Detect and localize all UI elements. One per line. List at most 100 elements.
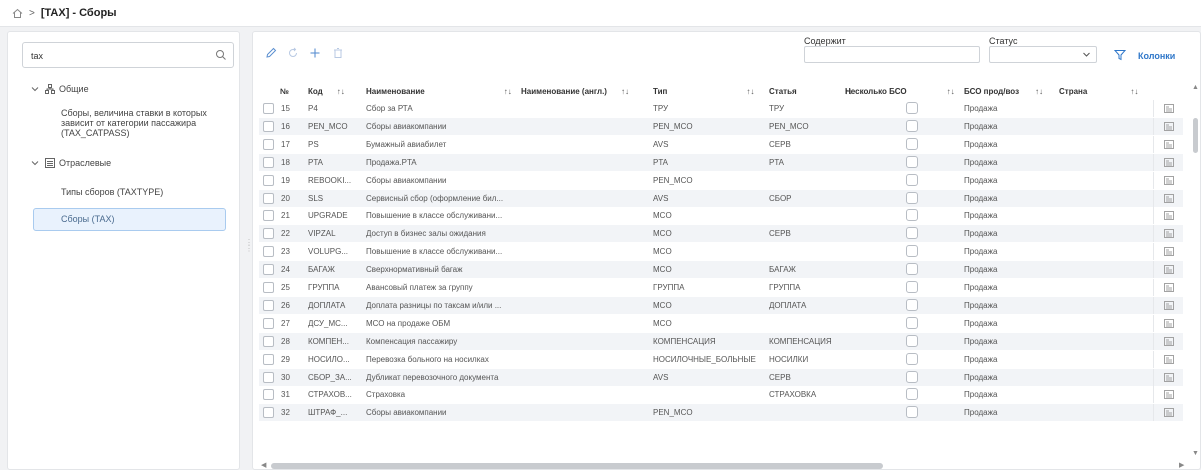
row-select-checkbox[interactable] xyxy=(263,299,274,311)
row-select-checkbox[interactable] xyxy=(263,389,274,401)
multiple-bso-checkbox[interactable] xyxy=(906,406,918,419)
scroll-down-icon[interactable]: ▼ xyxy=(1192,450,1199,457)
chevron-down-icon[interactable] xyxy=(30,84,40,94)
table-row[interactable]: 19 REBOOKI... Сборы авиакомпании PEN_MCO Про… xyxy=(259,171,1183,189)
row-select-checkbox[interactable] xyxy=(263,120,274,132)
panel-splitter-handle[interactable]: ⋮ ⋮ xyxy=(245,239,253,260)
table-row[interactable]: 21 UPGRADE Повышение в классе обслуживани.… xyxy=(259,207,1183,225)
open-card-icon[interactable] xyxy=(1164,104,1174,113)
table-row[interactable]: 17 PS Бумажный авиабилет AVS CEPB Продажа xyxy=(259,135,1183,153)
row-select-checkbox[interactable] xyxy=(263,282,274,293)
row-select-checkbox[interactable] xyxy=(263,264,274,276)
tree-item-taxtype[interactable]: Типы сборов (TAXTYPE) xyxy=(61,187,163,197)
multiple-bso-checkbox[interactable] xyxy=(906,173,918,186)
home-icon[interactable] xyxy=(12,8,23,19)
open-card-icon[interactable] xyxy=(1164,300,1174,310)
table-row[interactable]: 29 НОСИЛО... Перевозка больного на носилка… xyxy=(259,350,1183,368)
status-select[interactable] xyxy=(989,46,1097,63)
tree-group-industry[interactable]: Отраслевые xyxy=(30,158,111,168)
refresh-icon[interactable] xyxy=(287,47,299,59)
column-header-type[interactable]: Тип ↑↓ xyxy=(653,87,754,96)
open-card-icon[interactable] xyxy=(1164,336,1174,346)
scroll-right-icon[interactable]: ▶ xyxy=(1179,461,1184,469)
table-row[interactable]: 23 VOLUPG... Повышение в классе обслуживан… xyxy=(259,243,1183,261)
open-card-icon[interactable] xyxy=(1164,157,1174,167)
table-row[interactable]: 27 ДСУ_МС... МСО на продаже ОБМ MCO Продажа xyxy=(259,314,1183,332)
edit-icon[interactable] xyxy=(265,47,277,59)
row-select-checkbox[interactable] xyxy=(263,103,274,114)
multiple-bso-checkbox[interactable] xyxy=(906,281,918,293)
multiple-bso-checkbox[interactable] xyxy=(906,155,918,168)
row-select-checkbox[interactable] xyxy=(263,371,274,383)
row-select-checkbox[interactable] xyxy=(263,228,274,240)
multiple-bso-checkbox[interactable] xyxy=(906,137,918,150)
contains-input[interactable] xyxy=(804,46,980,63)
sidebar-search-input[interactable]: tax xyxy=(22,42,234,68)
table-row[interactable]: 30 СБОР_ЗА... Дубликат перевозочного докум… xyxy=(259,368,1183,386)
multiple-bso-checkbox[interactable] xyxy=(906,263,918,276)
multiple-bso-checkbox[interactable] xyxy=(906,245,918,258)
column-header-name-en[interactable]: Наименование (англ.) ↑↓ xyxy=(521,87,629,96)
tree-item-tax-catpass[interactable]: Сборы, величина ставки в которых зависит… xyxy=(61,108,231,138)
open-card-icon[interactable] xyxy=(1164,175,1174,185)
table-row[interactable]: 25 ГРУППА Авансовый платеж за группу ГРУППА… xyxy=(259,279,1183,296)
row-select-checkbox[interactable] xyxy=(263,156,274,168)
table-row[interactable]: 20 SLS Сервисный сбор (оформление бил... AV… xyxy=(259,189,1183,207)
table-row[interactable]: 16 PEN_MCO Сборы авиакомпании PEN_MCO PEN_MC… xyxy=(259,117,1183,135)
add-icon[interactable] xyxy=(309,47,321,59)
open-card-icon[interactable] xyxy=(1164,283,1174,292)
row-select-checkbox[interactable] xyxy=(263,335,274,347)
multiple-bso-checkbox[interactable] xyxy=(906,370,918,383)
scrollbar-thumb[interactable] xyxy=(1193,118,1198,153)
open-card-icon[interactable] xyxy=(1164,354,1174,364)
column-header-country[interactable]: Страна ↑↓ xyxy=(1059,87,1138,96)
table-row[interactable]: 24 БАГАЖ Сверхнормативный багаж MCO БАГАЖ Про… xyxy=(259,261,1183,279)
row-select-checkbox[interactable] xyxy=(263,192,274,204)
row-select-checkbox[interactable] xyxy=(263,407,274,419)
multiple-bso-checkbox[interactable] xyxy=(906,388,918,401)
row-select-checkbox[interactable] xyxy=(263,353,274,365)
open-card-icon[interactable] xyxy=(1164,247,1174,257)
scroll-up-icon[interactable]: ▲ xyxy=(1192,84,1199,91)
scroll-left-icon[interactable]: ◀ xyxy=(261,461,266,469)
search-icon[interactable] xyxy=(215,49,227,61)
horizontal-scrollbar[interactable]: ◀ ▶ xyxy=(259,462,1189,470)
multiple-bso-checkbox[interactable] xyxy=(906,334,918,347)
chevron-down-icon[interactable] xyxy=(1082,50,1091,59)
multiple-bso-checkbox[interactable] xyxy=(906,316,918,329)
multiple-bso-checkbox[interactable] xyxy=(906,102,918,114)
row-select-checkbox[interactable] xyxy=(263,317,274,329)
row-select-checkbox[interactable] xyxy=(263,174,274,186)
multiple-bso-checkbox[interactable] xyxy=(906,209,918,222)
row-select-checkbox[interactable] xyxy=(263,210,274,222)
open-card-icon[interactable] xyxy=(1164,390,1174,400)
open-card-icon[interactable] xyxy=(1164,139,1174,149)
multiple-bso-checkbox[interactable] xyxy=(906,352,918,365)
chevron-down-icon[interactable] xyxy=(30,158,40,168)
row-select-checkbox[interactable] xyxy=(263,138,274,150)
column-header-name[interactable]: Наименование ↑↓ xyxy=(366,87,512,96)
multiple-bso-checkbox[interactable] xyxy=(906,227,918,240)
tree-group-common[interactable]: Общие xyxy=(30,84,89,94)
vertical-scrollbar[interactable]: ▲ ▼ xyxy=(1190,84,1200,462)
open-card-icon[interactable] xyxy=(1164,408,1174,418)
column-header-article[interactable]: Статья ↑↓ xyxy=(769,87,853,96)
columns-button[interactable]: Колонки xyxy=(1138,51,1175,61)
open-card-icon[interactable] xyxy=(1164,211,1174,221)
scrollbar-thumb[interactable] xyxy=(271,463,883,469)
open-card-icon[interactable] xyxy=(1164,193,1174,203)
table-row[interactable]: 28 КОМПЕН... Компенсация пассажиру КОМПЕНСА… xyxy=(259,332,1183,350)
column-header-code[interactable]: Код ↑↓ xyxy=(308,87,345,96)
search-value[interactable]: tax xyxy=(31,51,43,61)
table-row[interactable]: 18 PTA Продажа.PTA PTA PTA Продажа xyxy=(259,153,1183,171)
table-row[interactable]: 15 P4 Сбор за РТА ТРУ ТРУ Продажа xyxy=(259,100,1183,117)
open-card-icon[interactable] xyxy=(1164,265,1174,275)
delete-icon[interactable] xyxy=(332,47,344,59)
open-card-icon[interactable] xyxy=(1164,121,1174,131)
column-header-bso-sale-return[interactable]: БСО прод/воз ↑↓ xyxy=(964,87,1043,96)
column-header-number[interactable]: № xyxy=(280,87,289,96)
filter-icon[interactable] xyxy=(1113,49,1127,61)
table-row[interactable]: 31 СТРАХОВ... Страховка СТРАХОВКА Продажа xyxy=(259,386,1183,404)
tree-item-tax[interactable]: Сборы (TAX) xyxy=(33,208,226,231)
column-header-multiple-bso[interactable]: Несколько БСО ↑↓ xyxy=(845,87,955,96)
